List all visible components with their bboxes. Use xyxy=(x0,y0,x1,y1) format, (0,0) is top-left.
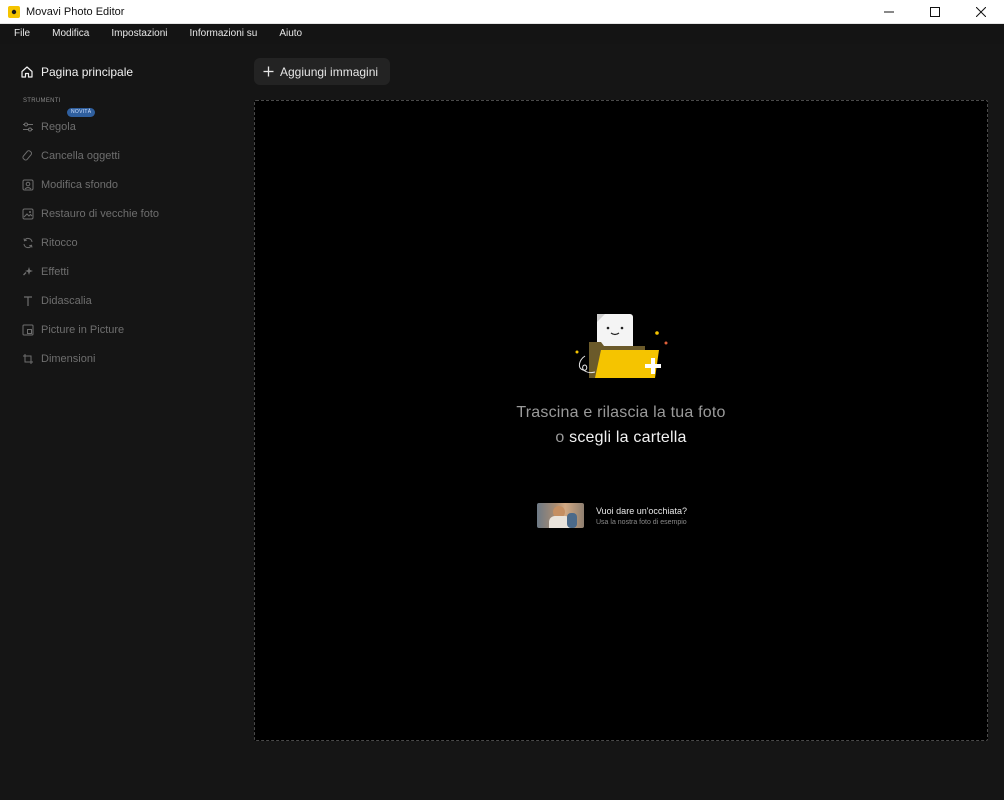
plus-icon xyxy=(263,66,274,77)
crop-icon xyxy=(23,354,33,364)
window-controls xyxy=(866,0,1004,24)
sidebar-item-label: Picture in Picture xyxy=(41,324,125,336)
drop-zone[interactable]: Trascina e rilascia la tua foto o scegli… xyxy=(254,100,988,741)
sample-title: Vuoi dare un'occhiata? xyxy=(596,505,687,516)
tools-section-title: STRUMENTI xyxy=(23,98,61,104)
drop-instruction: Trascina e rilascia la tua foto xyxy=(516,404,726,421)
refresh-icon xyxy=(23,237,33,249)
add-images-button[interactable]: Aggiungi immagini xyxy=(254,58,390,85)
sliders-icon xyxy=(23,122,33,132)
sidebar-item-home[interactable]: Pagina principale xyxy=(20,62,133,82)
eraser-icon xyxy=(22,150,33,161)
add-images-label: Aggiungi immagini xyxy=(280,64,379,79)
home-icon xyxy=(21,66,33,78)
sidebar-item-effetti[interactable]: Effetti xyxy=(22,263,69,281)
pip-icon xyxy=(22,324,34,336)
sample-photo-thumbnail xyxy=(537,503,584,528)
text-icon xyxy=(24,296,32,306)
app-logo-icon xyxy=(8,5,20,18)
sidebar-item-label: Modifica sfondo xyxy=(41,179,119,191)
maximize-button[interactable] xyxy=(912,0,958,24)
menu-impostazioni[interactable]: Impostazioni xyxy=(100,24,178,44)
sidebar-item-label: Dimensioni xyxy=(41,353,96,365)
sidebar-item-picture-in-picture[interactable]: Picture in Picture xyxy=(22,321,124,339)
close-icon xyxy=(976,7,986,17)
menu-file[interactable]: File xyxy=(0,24,41,44)
maximize-icon xyxy=(930,7,940,17)
sidebar-item-restauro[interactable]: Restauro di vecchie foto xyxy=(22,205,159,223)
sample-text: Vuoi dare un'occhiata? Usa la nostra fot… xyxy=(596,506,687,526)
sidebar-item-didascalia[interactable]: Didascalia xyxy=(22,292,92,310)
sidebar-item-label: Effetti xyxy=(41,266,69,278)
menu-bar: File Modifica Impostazioni Informazioni … xyxy=(0,24,1004,44)
sidebar-item-cancella-oggetti[interactable]: Cancella oggetti xyxy=(22,147,120,165)
choose-folder-link[interactable]: scegli la cartella xyxy=(569,429,686,446)
drop-instruction-secondary: o scegli la cartella xyxy=(255,429,987,447)
sidebar-item-label: Regola xyxy=(41,121,76,133)
menu-aiuto[interactable]: Aiuto xyxy=(268,24,313,44)
menu-modifica[interactable]: Modifica xyxy=(41,24,100,44)
sidebar-item-label: Restauro di vecchie foto xyxy=(41,208,160,220)
portrait-icon xyxy=(22,179,34,191)
sidebar-home-label: Pagina principale xyxy=(41,65,134,79)
sidebar: Pagina principale STRUMENTI NOVITÀ Regol… xyxy=(0,44,240,800)
sidebar-item-regola[interactable]: Regola xyxy=(22,118,76,136)
sidebar-item-label: Didascalia xyxy=(41,295,92,307)
sidebar-item-ritocco[interactable]: Ritocco xyxy=(22,234,78,252)
window-title: Movavi Photo Editor xyxy=(26,5,125,18)
sample-subtitle: Usa la nostra foto di esempio xyxy=(596,518,687,526)
sparkle-icon xyxy=(23,267,33,276)
sidebar-item-modifica-sfondo[interactable]: Modifica sfondo xyxy=(22,176,118,194)
new-badge: NOVITÀ xyxy=(67,108,96,117)
drop-or-text: o xyxy=(555,429,565,446)
photo-icon xyxy=(22,208,34,220)
sample-photo-button[interactable]: Vuoi dare un'occhiata? Usa la nostra fot… xyxy=(537,503,687,528)
folder-illustration-icon xyxy=(575,314,668,378)
sidebar-item-dimensioni[interactable]: Dimensioni xyxy=(22,350,95,368)
menu-informazioni[interactable]: Informazioni su xyxy=(179,24,269,44)
title-bar: Movavi Photo Editor xyxy=(0,0,1004,24)
sidebar-item-label: Cancella oggetti xyxy=(41,150,120,162)
minimize-button[interactable] xyxy=(866,0,912,24)
sidebar-item-label: Ritocco xyxy=(41,237,78,249)
minimize-icon xyxy=(884,11,894,13)
close-button[interactable] xyxy=(958,0,1004,24)
